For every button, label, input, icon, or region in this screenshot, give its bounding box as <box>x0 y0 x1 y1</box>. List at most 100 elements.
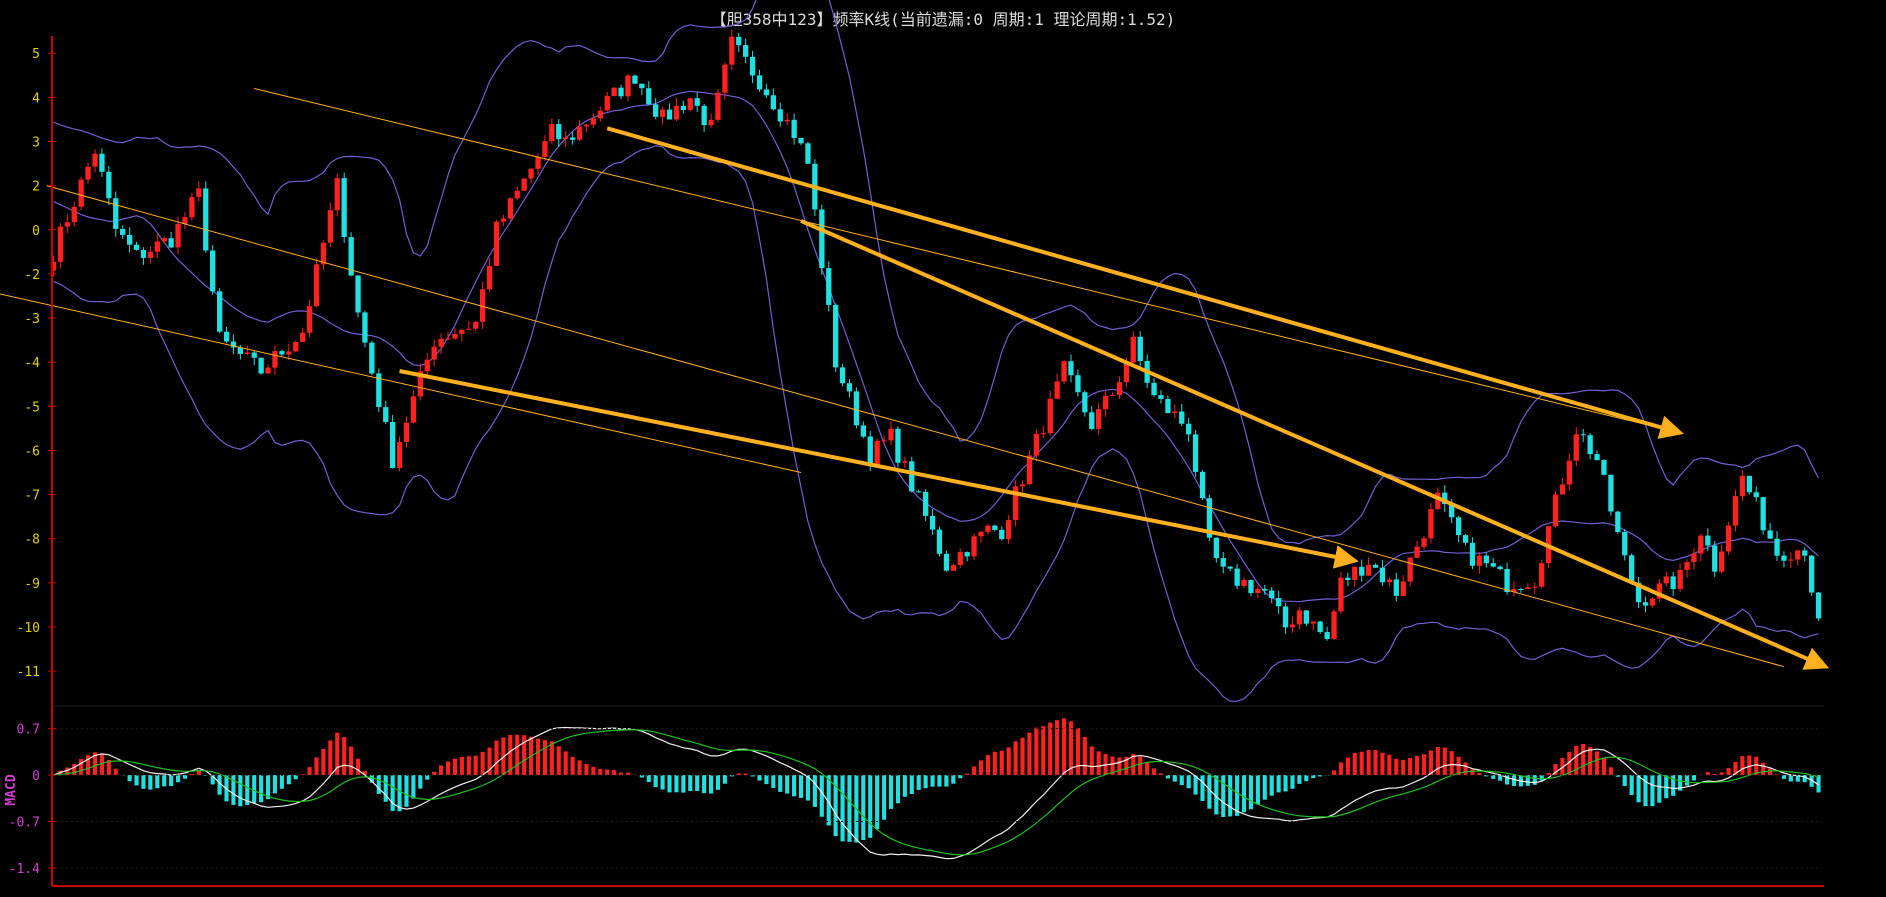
candle-body <box>853 391 860 426</box>
candle-body <box>895 428 901 463</box>
candle-body <box>251 352 257 358</box>
candle-body <box>1608 474 1614 512</box>
candle-body <box>1428 509 1434 539</box>
candle-body <box>320 242 327 265</box>
candle-body <box>978 531 984 537</box>
candle-body <box>1462 535 1469 543</box>
candle-body <box>1040 433 1046 435</box>
candle-body <box>749 56 756 76</box>
candle-body <box>1802 550 1808 556</box>
candle-body <box>999 529 1005 540</box>
candle-body <box>1788 559 1794 561</box>
candle-body <box>1559 484 1566 495</box>
candle-body <box>673 105 680 120</box>
candle-body <box>971 536 977 557</box>
candle-body <box>452 334 458 339</box>
y-tick-label: 5 <box>32 47 40 62</box>
y-tick-label: 0 <box>32 224 40 239</box>
candle-body <box>1663 576 1669 584</box>
candle-body <box>763 89 770 96</box>
candle-body <box>1739 475 1746 497</box>
candle-body <box>805 143 811 164</box>
y-tick-label: -10 <box>17 621 40 636</box>
candle-body <box>1199 471 1206 499</box>
candle-body <box>611 87 617 96</box>
candle-body <box>1359 566 1365 576</box>
candle-body <box>71 206 77 223</box>
candle-body <box>1407 557 1413 582</box>
candle-body <box>514 190 520 199</box>
candle-body <box>313 264 320 307</box>
y-tick-label: -6 <box>24 444 40 459</box>
candle-body <box>1767 530 1773 539</box>
candle-body <box>182 217 188 224</box>
candle-body <box>867 436 873 465</box>
candle-body <box>985 525 991 532</box>
candle-body <box>189 197 195 218</box>
candle-body <box>1421 538 1427 547</box>
candle-body <box>1130 336 1136 363</box>
dea-line <box>53 729 1819 856</box>
candle-body <box>424 359 430 372</box>
candle-body <box>798 138 804 144</box>
y-tick-label: -5 <box>24 400 40 415</box>
candle-body <box>1006 520 1012 540</box>
candle-body <box>1116 382 1123 396</box>
candle-body <box>729 36 735 65</box>
candle-body <box>175 223 181 248</box>
candle-body <box>244 352 250 354</box>
candle-body <box>909 461 915 492</box>
candle-body <box>1331 611 1337 639</box>
candle-body <box>1649 598 1656 606</box>
candle-body <box>1795 550 1801 560</box>
candle-body <box>1068 361 1074 376</box>
candle-body <box>1483 555 1489 564</box>
candle-body <box>1670 576 1676 589</box>
y-tick-label: -8 <box>24 533 40 548</box>
candle-body <box>992 525 998 530</box>
candle-body <box>1601 460 1607 475</box>
candle-body <box>646 88 652 105</box>
candle-body <box>694 98 700 106</box>
candle-body <box>120 228 126 235</box>
candle-body <box>1691 553 1697 563</box>
candle-body <box>327 210 333 243</box>
candle-body <box>154 241 160 252</box>
candle-body <box>756 75 763 90</box>
macd-tick-label: -1.4 <box>9 862 40 877</box>
candle-body <box>293 341 299 352</box>
candle-body <box>1732 496 1739 526</box>
candle-body <box>1539 563 1545 587</box>
candle-body <box>1172 411 1178 414</box>
candle-body <box>1019 484 1026 487</box>
candle-body <box>1532 586 1538 588</box>
kline-chart: 54320-2-3-4-5-6-7-8-9-10-110.70-0.7-1.4 … <box>0 0 1830 887</box>
candle-body <box>1075 375 1081 393</box>
candle-body <box>223 331 230 342</box>
y-tick-label: -9 <box>24 577 40 592</box>
candle-body <box>1033 433 1039 456</box>
candle-body <box>438 339 444 347</box>
candle-body <box>597 110 603 119</box>
macd-tick-label: 0 <box>32 769 40 784</box>
candle-body <box>1061 361 1067 382</box>
macd-tick-label: -0.7 <box>9 816 40 831</box>
y-tick-label: 2 <box>32 180 40 195</box>
candle-body <box>1192 434 1199 472</box>
candle-body <box>943 553 950 571</box>
candle-body <box>1504 569 1510 592</box>
candle-body <box>1518 589 1524 590</box>
candle-body <box>1774 538 1780 556</box>
candle-body <box>1705 535 1711 546</box>
candle-body <box>493 221 500 266</box>
candle-body <box>203 188 209 251</box>
candle-body <box>237 347 243 354</box>
candle-body <box>590 118 596 125</box>
candle-body <box>736 36 742 46</box>
candle-body <box>1815 592 1822 619</box>
candle-body <box>1725 525 1732 552</box>
lower-band-line <box>53 145 1819 702</box>
candle-body <box>334 178 340 211</box>
candle-body <box>217 291 223 332</box>
candle-body <box>92 153 98 167</box>
